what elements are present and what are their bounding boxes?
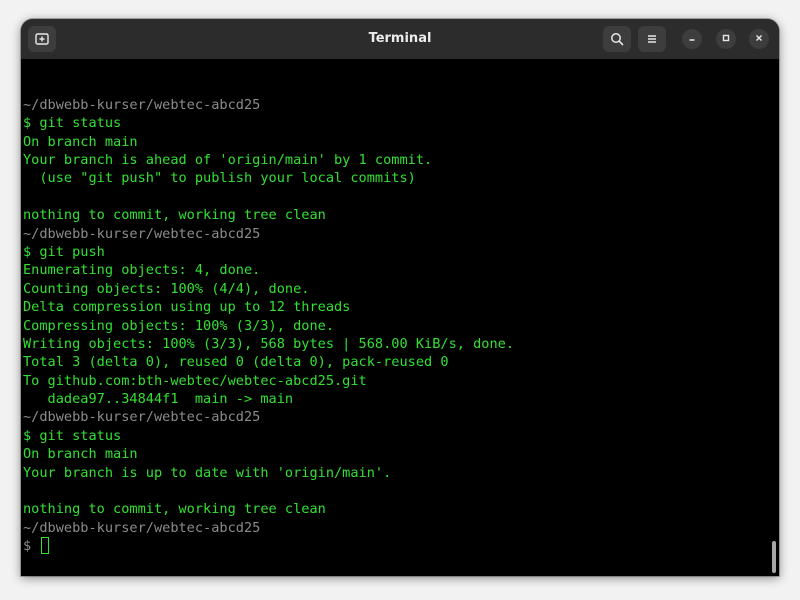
new-tab-button[interactable] (28, 26, 56, 52)
search-icon (610, 32, 624, 46)
minimize-icon (687, 30, 697, 48)
terminal-line: nothing to commit, working tree clean (23, 207, 326, 224)
terminal-path-line: ~/dbwebb-kurser/webtec-abcd25 (23, 96, 261, 113)
maximize-icon (721, 30, 731, 48)
hamburger-menu-icon (646, 33, 658, 45)
terminal-line: Enumerating objects: 4, done. (23, 262, 261, 279)
terminal-path-line: ~/dbwebb-kurser/webtec-abcd25 (23, 519, 261, 536)
terminal-line: Total 3 (delta 0), reused 0 (delta 0), p… (23, 354, 449, 371)
terminal-line: Your branch is up to date with 'origin/m… (23, 464, 392, 481)
minimize-button[interactable] (682, 29, 702, 49)
close-icon (754, 30, 764, 48)
terminal-line: Delta compression using up to 12 threads (23, 299, 351, 316)
text-cursor (41, 537, 50, 555)
terminal-line: Compressing objects: 100% (3/3), done. (23, 317, 334, 334)
terminal-line: To github.com:bth-webtec/webtec-abcd25.g… (23, 372, 367, 389)
terminal-path-line: ~/dbwebb-kurser/webtec-abcd25 (23, 409, 261, 426)
terminal-line: Counting objects: 100% (4/4), done. (23, 280, 310, 297)
prompt-symbol: $ (23, 538, 40, 555)
terminal-line: On branch main (23, 446, 138, 463)
terminal-lines: ~/dbwebb-kurser/webtec-abcd25 $ git statu… (23, 59, 514, 576)
titlebar[interactable]: Terminal (21, 19, 779, 60)
new-tab-icon (35, 32, 49, 46)
terminal-line: $ git status (23, 427, 122, 444)
terminal-window: Terminal ~/dbwebb-kurser/webtec-abcd25 $… (21, 19, 779, 576)
terminal-line: Your branch is ahead of 'origin/main' by… (23, 151, 433, 168)
menu-button[interactable] (638, 26, 666, 52)
terminal-path-line: ~/dbwebb-kurser/webtec-abcd25 (23, 225, 261, 242)
maximize-button[interactable] (716, 29, 736, 49)
scrollbar-thumb[interactable] (772, 541, 776, 573)
terminal-line: On branch main (23, 133, 138, 150)
terminal-output-area[interactable]: ~/dbwebb-kurser/webtec-abcd25 $ git statu… (21, 59, 779, 576)
terminal-line: $ git status (23, 115, 122, 132)
close-button[interactable] (749, 29, 769, 49)
terminal-line: $ git push (23, 243, 105, 260)
terminal-prompt-line[interactable]: $ (23, 537, 514, 555)
terminal-line: Writing objects: 100% (3/3), 568 bytes |… (23, 335, 515, 352)
terminal-line: (use "git push" to publish your local co… (23, 170, 416, 187)
terminal-line: dadea97..34844f1 main -> main (23, 391, 294, 408)
terminal-line: nothing to commit, working tree clean (23, 501, 326, 518)
search-button[interactable] (603, 26, 631, 52)
